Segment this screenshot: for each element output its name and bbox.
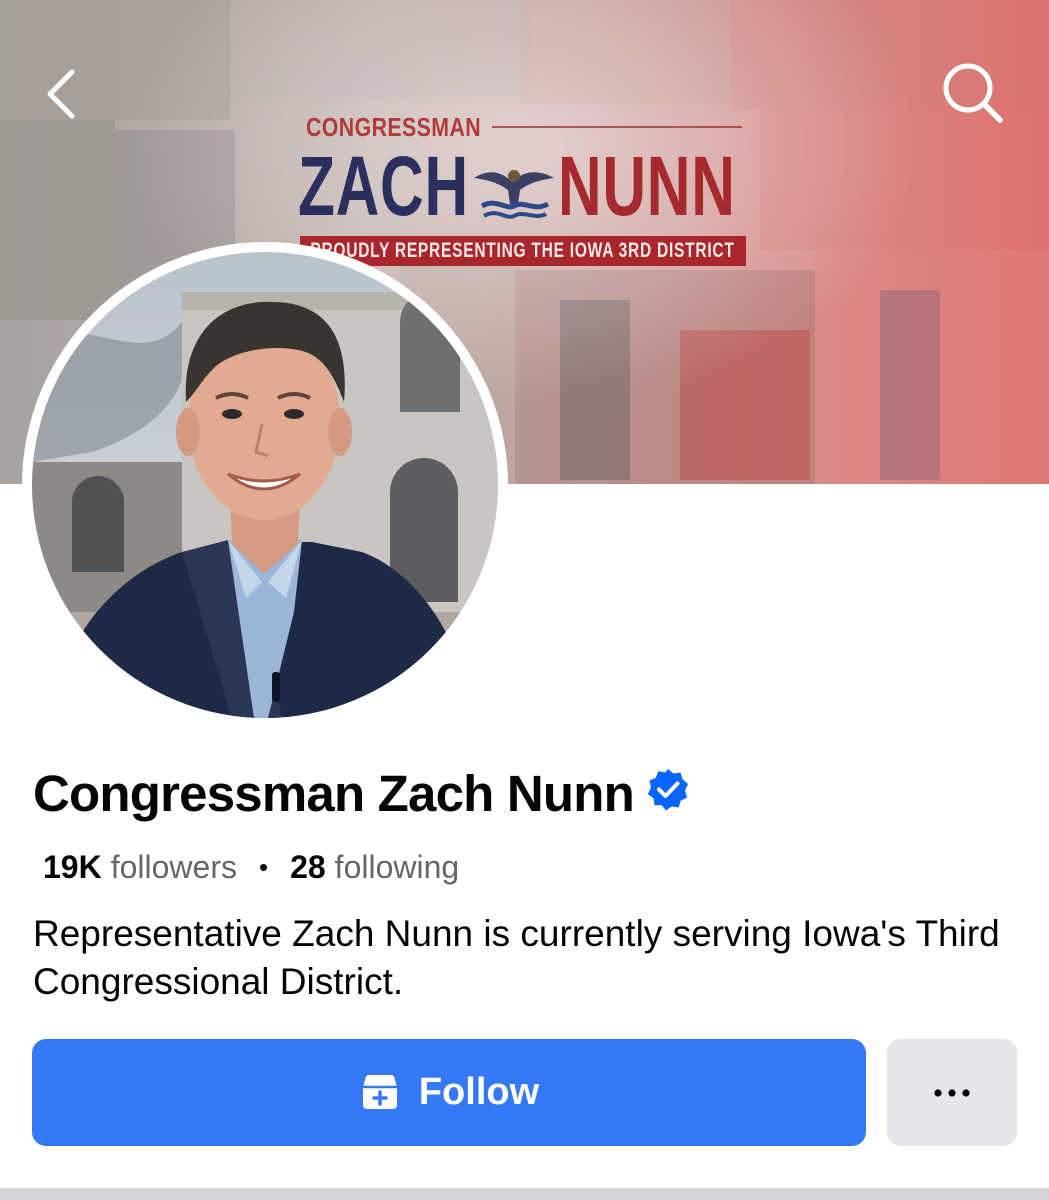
search-icon <box>943 63 1003 123</box>
verified-badge-icon <box>647 769 688 811</box>
following-count[interactable]: 28 <box>290 849 326 886</box>
more-dots-icon <box>934 1088 970 1097</box>
profile-picture-image <box>32 252 498 718</box>
followers-count[interactable]: 19K <box>43 849 102 886</box>
profile-bio: Representative Zach Nunn is currently se… <box>33 913 1000 1002</box>
follow-box-plus-icon <box>362 1074 397 1109</box>
back-button[interactable] <box>30 62 94 126</box>
following-label[interactable]: following <box>335 849 460 886</box>
logo-rule <box>492 126 742 128</box>
page-title: Congressman Zach Nunn <box>33 764 635 822</box>
logo-last-name: NUNN <box>558 139 736 233</box>
follow-stats: 19K followers • 28 following <box>43 845 459 889</box>
profile-name-row: Congressman Zach Nunn <box>33 760 690 826</box>
followers-label[interactable]: followers <box>111 849 237 886</box>
profile-picture[interactable] <box>22 242 508 728</box>
stats-separator: • <box>258 851 269 882</box>
logo-first-name: ZACH <box>298 139 469 233</box>
logo-banner: PROUDLY REPRESENTING THE IOWA 3RD DISTRI… <box>300 236 746 266</box>
logo-banner-text: PROUDLY REPRESENTING THE IOWA 3RD DISTRI… <box>310 239 735 262</box>
search-button[interactable] <box>940 60 1004 124</box>
more-options-button[interactable] <box>887 1039 1017 1146</box>
follow-button-label: Follow <box>418 1071 540 1113</box>
follow-button[interactable]: Follow <box>32 1039 866 1146</box>
section-divider <box>0 1188 1049 1200</box>
cover-logo: CONGRESSMAN ZACH NUNN PROUDLY REPRESENTI… <box>296 108 748 270</box>
chevron-left-icon <box>47 69 75 119</box>
eagle-icon <box>474 170 554 219</box>
